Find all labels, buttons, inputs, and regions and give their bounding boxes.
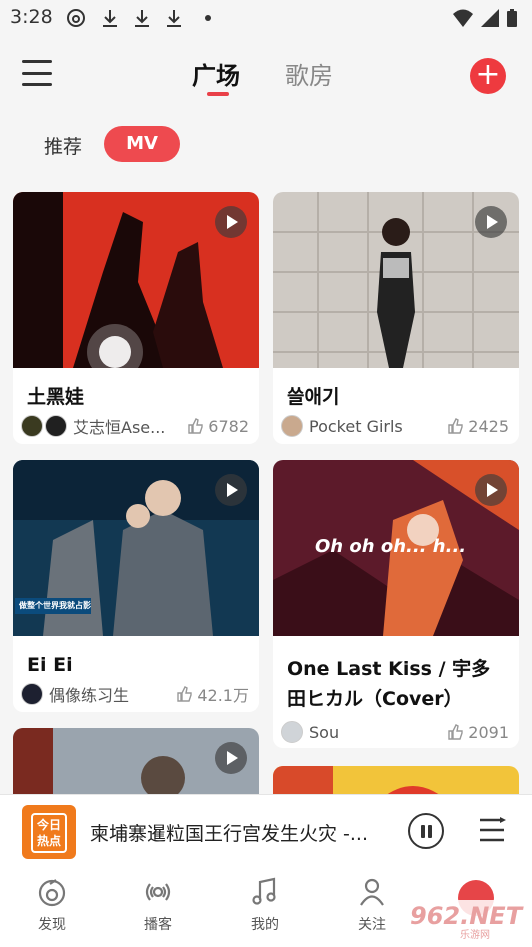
- thumbnail-caption: 做整个世界我就占影: [19, 601, 91, 610]
- avatar: [21, 683, 43, 705]
- like-count: 2091: [447, 723, 509, 742]
- user-icon: [360, 878, 384, 906]
- download-icon: [103, 10, 117, 27]
- nav-mine[interactable]: 我的: [235, 876, 295, 934]
- thumbs-up-icon: [188, 418, 203, 434]
- wifi-icon: [453, 9, 473, 27]
- top-bar: 广场 歌房 +: [0, 36, 532, 112]
- thumbs-up-icon: [448, 724, 463, 740]
- like-count: 42.1万: [176, 682, 249, 706]
- nav-label: 我的: [251, 917, 279, 933]
- add-button[interactable]: +: [470, 58, 506, 94]
- card-title: 土黑娃: [27, 386, 85, 408]
- play-icon[interactable]: [215, 206, 247, 238]
- plus-icon: +: [475, 57, 501, 92]
- mv-card[interactable]: 쓸애기 Pocket Girls 2425: [273, 192, 519, 444]
- card-meta: 偶像练习生 42.1万: [21, 681, 249, 707]
- thumbnail-caption: Oh oh oh... h...: [315, 536, 467, 557]
- mv-card[interactable]: 做整个世界我就占影 Ei Ei 偶像练习生 42.1万: [13, 460, 259, 712]
- pause-button[interactable]: [408, 813, 444, 849]
- chip-recommend[interactable]: 推荐: [44, 132, 82, 159]
- signal-icon: [481, 9, 499, 27]
- download-icon: [135, 10, 149, 27]
- podcast-icon: [145, 883, 171, 901]
- status-time: 3:28: [10, 6, 53, 28]
- nav-discover[interactable]: 发现: [22, 876, 82, 934]
- card-title: Ei Ei: [27, 654, 73, 676]
- nav-podcast[interactable]: 播客: [128, 876, 188, 934]
- status-bar: 3:28: [0, 0, 532, 36]
- battery-icon: [507, 9, 517, 27]
- play-icon[interactable]: [215, 742, 247, 774]
- card-meta: 艾志恒Ase... 6782: [21, 413, 249, 439]
- active-tab-indicator: [207, 92, 229, 96]
- card-meta: Sou 2091: [281, 719, 509, 745]
- like-count: 6782: [187, 417, 249, 436]
- mini-player[interactable]: 今日热点 柬埔寨暹粒国王行宫发生火灾 -...: [0, 794, 532, 866]
- card-author: 偶像练习生: [49, 686, 130, 705]
- filter-chips: 推荐 MV: [0, 120, 532, 170]
- mv-card[interactable]: 土黑娃 艾志恒Ase... 6782: [13, 192, 259, 444]
- netease-music-icon: [67, 9, 85, 27]
- cover-text: 热点: [36, 834, 61, 848]
- like-count-value: 2091: [468, 722, 509, 742]
- card-author: 艾志恒Ase...: [73, 418, 166, 437]
- now-playing-title: 柬埔寨暹粒国王行宫发生火灾 -...: [90, 823, 369, 845]
- music-note-icon: [252, 877, 276, 905]
- discover-icon: [38, 879, 66, 907]
- card-title: 쓸애기: [287, 386, 340, 408]
- card-title: One Last Kiss / 宇多田ヒカル（Cover） ver....: [287, 658, 491, 710]
- now-playing-cover: 今日 热点: [22, 805, 76, 859]
- card-meta: Pocket Girls 2425: [281, 413, 509, 439]
- play-icon[interactable]: [475, 206, 507, 238]
- card-author: Sou: [309, 722, 340, 742]
- dot-icon: [205, 15, 211, 21]
- watermark-subtext: 乐游网: [460, 930, 490, 941]
- thumbs-up-icon: [177, 686, 193, 702]
- card-author: Pocket Girls: [309, 416, 403, 436]
- playlist-icon[interactable]: [478, 817, 506, 843]
- menu-icon[interactable]: [22, 60, 52, 86]
- like-count-value: 2425: [468, 416, 509, 436]
- mv-card[interactable]: Oh oh oh... h... One Last Kiss / 宇多田ヒカル（…: [273, 460, 519, 748]
- play-icon[interactable]: [475, 474, 507, 506]
- like-count-value: 42.1万: [197, 686, 249, 705]
- nav-follow[interactable]: 关注: [342, 876, 402, 934]
- cover-text: 今日: [36, 818, 61, 832]
- download-icon: [167, 10, 181, 27]
- nav-label: 发现: [38, 917, 66, 933]
- chip-mv[interactable]: MV: [104, 126, 180, 162]
- like-count: 2425: [447, 417, 509, 436]
- play-icon[interactable]: [215, 474, 247, 506]
- tab-song-room[interactable]: 歌房: [285, 56, 333, 91]
- avatar: [281, 721, 303, 743]
- avatar: [21, 415, 43, 437]
- like-count-value: 6782: [208, 416, 249, 436]
- watermark-logo: 962.NET 乐游网: [404, 900, 528, 942]
- nav-label: 播客: [144, 917, 172, 933]
- tab-square[interactable]: 广场: [192, 56, 240, 91]
- avatar: [281, 415, 303, 437]
- avatar: [45, 415, 67, 437]
- thumbs-up-icon: [448, 418, 463, 434]
- nav-label: 关注: [358, 917, 386, 933]
